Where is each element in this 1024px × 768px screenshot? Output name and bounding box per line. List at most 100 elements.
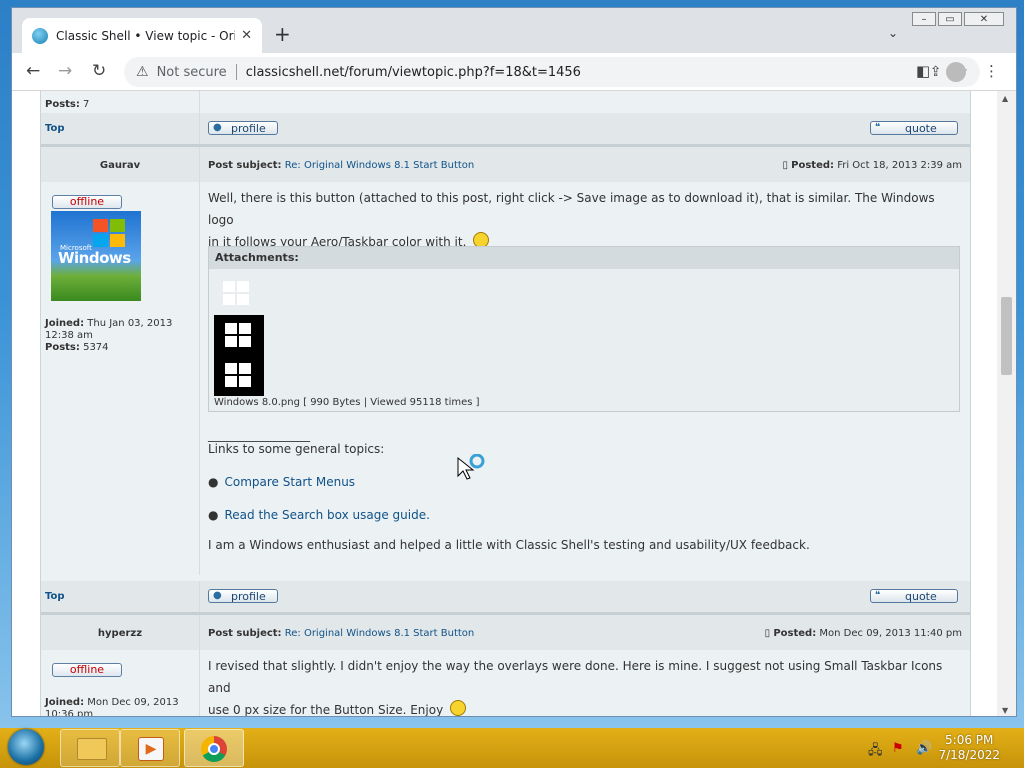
posts-label: Posts: [45,99,80,110]
bullet: ● [208,475,219,489]
tab-strip: Classic Shell • View topic - Origin ✕ + … [12,8,1016,53]
share-icon[interactable]: ⇪ [930,64,942,80]
user-avatar: Microsoft Windows [51,211,141,301]
media-player-taskbar-button[interactable]: ▶ [120,729,180,767]
taskbar: ▶ 🖧 ⚑ 🔊 5:06 PM 7/18/2022 [0,728,1024,768]
posted-date: Fri Oct 18, 2013 2:39 am [837,160,962,171]
quote-button[interactable]: ❝ quote [870,121,958,135]
joined-label: Joined: [45,697,85,708]
post-header: hyperzz Post subject: Re: Original Windo… [41,615,970,650]
scroll-up-arrow-icon[interactable]: ▲ [1002,94,1008,103]
system-clock[interactable]: 5:06 PM 7/18/2022 [938,733,1000,763]
chrome-taskbar-button[interactable] [184,729,244,767]
warning-triangle-icon[interactable]: ⚠ [136,64,149,80]
user-icon: ● [213,122,222,133]
post-content: Well, there is this button (attached to … [208,187,958,253]
profile-button-label: profile [231,121,266,135]
network-icon[interactable]: 🖧 [868,741,883,763]
profile-button[interactable]: ● profile [208,121,278,135]
window-close-button[interactable]: ✕ [964,12,1004,26]
not-secure-label[interactable]: Not secure [157,65,227,80]
folder-icon [77,738,107,760]
scroll-down-arrow-icon[interactable]: ▼ [1002,706,1008,715]
post-subject-link[interactable]: Re: Original Windows 8.1 Start Button [285,160,475,171]
side-panel-icon[interactable]: ◧ [916,62,930,80]
attachment-image[interactable] [214,315,264,396]
top-link[interactable]: Top [45,591,65,602]
post-page-icon[interactable]: ▯ [765,628,771,639]
chrome-icon [201,736,227,762]
top-link[interactable]: Top [45,123,65,134]
url-text[interactable]: classicshell.net/forum/viewtopic.php?f=1… [246,65,916,80]
profile-button[interactable]: ● profile [208,589,278,603]
post-content: I revised that slightly. I didn't enjoy … [208,655,958,716]
tab-close-icon[interactable]: ✕ [241,28,252,43]
clock-date: 7/18/2022 [938,748,1000,762]
post-footer: Top ● profile ❝ quote [41,581,970,612]
file-explorer-taskbar-button[interactable] [60,729,120,767]
windows-logo-icon [225,363,253,389]
browser-tab[interactable]: Classic Shell • View topic - Origin ✕ [22,18,262,53]
post-body-row: offline Microsoft Windows Joined: Thu Ja… [41,182,970,575]
search-box-guide-link[interactable]: Read the Search box usage guide. [224,508,429,522]
user-joined-info: Joined: Thu Jan 03, 2013 12:38 am Posts:… [45,318,195,354]
post-body-row: offline Joined: Mon Dec 09, 2013 10:36 p… [41,650,970,716]
classic-shell-favicon-icon [32,27,48,44]
windows-logo-white-icon[interactable] [223,281,251,307]
posts-count: 7 [83,99,90,110]
post-subject: Post subject: Re: Original Windows 8.1 S… [208,628,474,639]
browser-menu-icon[interactable]: ⋮ [984,62,999,80]
forward-arrow-icon[interactable]: → [58,62,72,80]
volume-icon[interactable]: 🔊 [916,741,932,756]
attachments-box: Attachments: Windows 8.0.png [990 Bytes… [208,246,960,412]
avatar-windows-text: Windows [58,249,131,267]
prev-post-footer: Top ● profile ❝ quote [41,113,970,144]
scrollbar-thumb[interactable] [1001,297,1012,375]
post-author[interactable]: hyperzz [41,628,199,639]
online-status-badge: offline [52,663,122,677]
post-text-line: I revised that slightly. I didn't enjoy … [208,659,943,695]
minimize-button[interactable]: – [912,12,936,26]
windows-logo-icon [225,323,253,349]
quote-button-label: quote [905,121,937,135]
bullet: ● [208,508,219,522]
post-page-icon[interactable]: ▯ [782,160,788,171]
forum-topic: Posts: 7 Top ● profile ❝ quote Gaurav Po… [40,91,971,716]
quote-button-label: quote [905,589,937,603]
new-tab-button[interactable]: + [274,24,291,44]
windows-xp-flag-icon [93,219,127,249]
maximize-button[interactable]: ▭ [938,12,962,26]
compare-start-menus-link[interactable]: Compare Start Menus [224,475,355,489]
quote-button[interactable]: ❝ quote [870,589,958,603]
address-bar[interactable]: ⚠ Not secure classicshell.net/forum/view… [124,57,980,87]
post-date: ▯ Posted: Mon Dec 09, 2013 11:40 pm [765,628,962,639]
profile-avatar-icon[interactable] [946,62,966,82]
joined-label: Joined: [45,318,85,329]
mouse-cursor-icon [457,453,487,485]
attachment-caption: Windows 8.0.png [ 990 Bytes | Viewed 951… [214,397,480,408]
action-center-flag-icon[interactable]: ⚑ [892,741,904,756]
back-arrow-icon[interactable]: ← [26,62,40,80]
posted-label: Posted: [773,628,817,639]
post-header: Gaurav Post subject: Re: Original Window… [41,147,970,182]
prev-post-profile-row: Posts: 7 [41,91,970,113]
start-button-orb-icon[interactable] [8,729,44,765]
tab-search-chevron-icon[interactable]: ⌄ [888,26,898,40]
smile-smiley-icon [450,700,467,716]
post-text-line: Well, there is this button (attached to … [208,191,935,227]
browser-toolbar: ← → ↻ ⚠ Not secure classicshell.net/foru… [12,53,1016,91]
signature-list-item: ● Read the Search box usage guide. [208,504,958,526]
quote-bubble-icon: ❝ [875,122,881,133]
clock-time: 5:06 PM [945,733,994,747]
post-text-line: use 0 px size for the Button Size. Enjoy [208,699,958,716]
user-joined-info: Joined: Mon Dec 09, 2013 10:36 pm [45,697,195,716]
page-viewport: Posts: 7 Top ● profile ❝ quote Gaurav Po… [12,91,997,716]
user-icon: ● [213,590,222,601]
quote-bubble-icon: ❝ [875,590,881,601]
tab-title: Classic Shell • View topic - Origin [56,28,236,43]
reload-icon[interactable]: ↻ [92,62,106,80]
post-author[interactable]: Gaurav [41,160,199,171]
browser-window: Classic Shell • View topic - Origin ✕ + … [11,7,1017,717]
post-subject-link[interactable]: Re: Original Windows 8.1 Start Button [285,628,475,639]
vertical-scrollbar[interactable]: ▲ ▼ [997,91,1016,716]
